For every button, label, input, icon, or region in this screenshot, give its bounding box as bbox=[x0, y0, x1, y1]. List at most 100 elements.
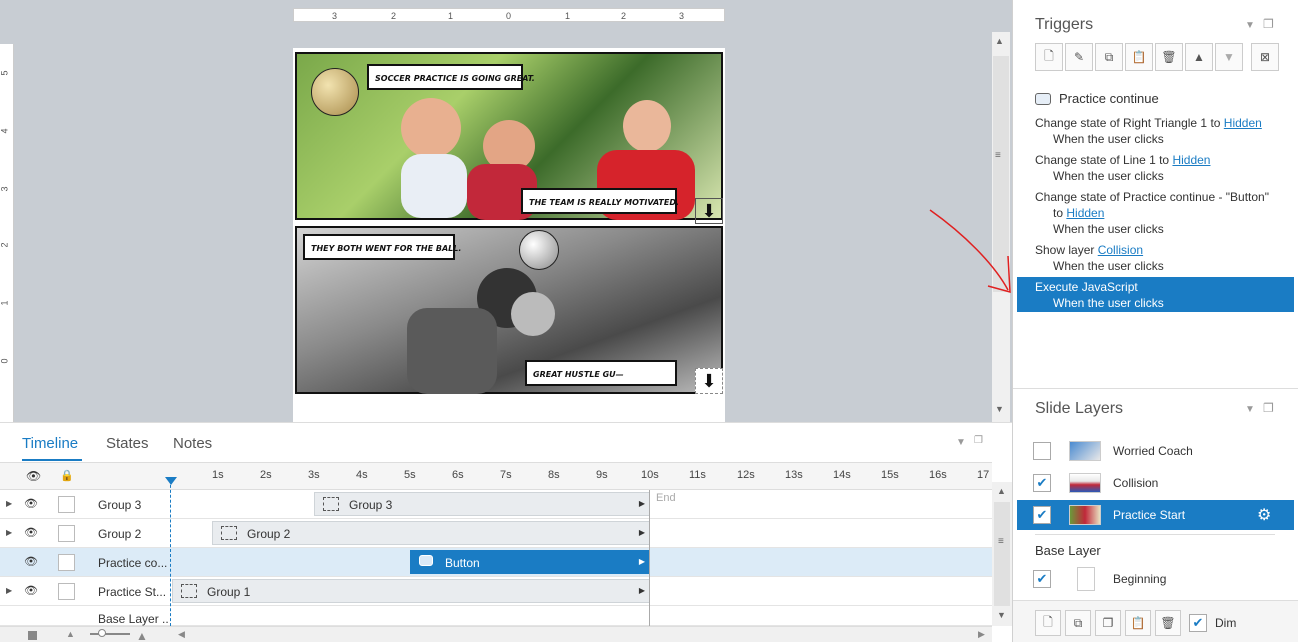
collapse-icon[interactable]: ▼ bbox=[956, 437, 966, 448]
trigger-action[interactable]: Execute JavaScript bbox=[1035, 280, 1138, 294]
layer-row[interactable]: ✔ Collision bbox=[1017, 468, 1294, 498]
restore-icon[interactable]: ❐ bbox=[1263, 17, 1274, 31]
duplicate-layer-icon[interactable]: ⧉ bbox=[1065, 610, 1091, 636]
zoom-in-icon[interactable]: ▲ bbox=[136, 629, 148, 643]
layer-visibility-checkbox[interactable]: ✔ bbox=[1033, 570, 1051, 588]
stop-icon[interactable] bbox=[28, 631, 37, 640]
timeline-row[interactable]: ▶ 👁 Practice St... Group 1 ▶ bbox=[0, 577, 992, 606]
timeline-bar[interactable]: Group 1 ▶ bbox=[172, 579, 650, 603]
grip-icon: ≡ bbox=[998, 536, 1004, 547]
scroll-left-icon[interactable]: ◀ bbox=[178, 629, 185, 640]
timeline-ruler[interactable]: 👁 🔒 1s 2s 3s 4s 5s 6s 7s 8s 9s 10s 11s 1… bbox=[0, 462, 992, 490]
trigger-condition[interactable]: When the user clicks bbox=[1053, 169, 1164, 183]
trigger-condition[interactable]: When the user clicks bbox=[1053, 259, 1164, 273]
trigger-item[interactable]: Show layer Collision bbox=[1035, 243, 1143, 257]
bar-end-icon[interactable]: ▶ bbox=[639, 557, 645, 566]
delete-icon[interactable]: 🗑 bbox=[1155, 610, 1181, 636]
scroll-right-icon[interactable]: ▶ bbox=[978, 629, 985, 640]
move-down-icon[interactable]: ▼ bbox=[1215, 43, 1243, 71]
trigger-condition[interactable]: When the user clicks bbox=[1053, 296, 1164, 310]
timeline-bar[interactable]: Group 2 ▶ bbox=[212, 521, 650, 545]
trigger-condition[interactable]: When the user clicks bbox=[1053, 222, 1164, 236]
paste-icon[interactable]: 📋 bbox=[1125, 43, 1153, 71]
gear-icon[interactable]: ⚙ bbox=[1257, 505, 1271, 525]
trigger-item[interactable]: Change state of Practice continue - "But… bbox=[1035, 190, 1269, 204]
trigger-item[interactable]: Change state of Line 1 to Hidden bbox=[1035, 153, 1210, 167]
bar-end-icon[interactable]: ▶ bbox=[639, 586, 645, 595]
comic-panel-bottom[interactable]: They both went for the ball. Great hustl… bbox=[295, 226, 723, 394]
eye-icon[interactable]: 👁 bbox=[24, 584, 40, 598]
move-up-icon[interactable]: ▲ bbox=[1185, 43, 1213, 71]
delete-icon[interactable]: 🗑 bbox=[1155, 43, 1183, 71]
layer-row[interactable]: ✔ Beginning bbox=[1017, 564, 1294, 594]
variables-icon[interactable]: ⊠ bbox=[1251, 43, 1279, 71]
trigger-link[interactable]: Collision bbox=[1098, 243, 1143, 257]
bar-end-icon[interactable]: ▶ bbox=[639, 499, 645, 508]
timeline-row[interactable]: Base Layer ... bbox=[0, 606, 992, 626]
scroll-down-icon[interactable]: ▼ bbox=[995, 404, 1004, 414]
expand-icon[interactable]: ▶ bbox=[6, 586, 12, 595]
speech-bubble[interactable]: Soccer practice is going great. bbox=[367, 64, 535, 90]
scroll-up-icon[interactable]: ▲ bbox=[995, 36, 1004, 46]
down-arrow-button[interactable]: ⬇ bbox=[695, 198, 723, 224]
tab-timeline[interactable]: Timeline bbox=[22, 435, 78, 452]
timeline-row[interactable]: ▶ 👁 Group 3 Group 3 ▶ End bbox=[0, 490, 992, 519]
scrollbar-thumb[interactable] bbox=[994, 502, 1010, 606]
tab-states[interactable]: States bbox=[106, 435, 149, 452]
trigger-link[interactable]: Hidden bbox=[1066, 206, 1104, 220]
timeline-row[interactable]: ▶ 👁 Group 2 Group 2 ▶ bbox=[0, 519, 992, 548]
player-image bbox=[401, 98, 461, 158]
restore-icon[interactable]: ❐ bbox=[974, 435, 983, 446]
trigger-link[interactable]: Hidden bbox=[1224, 116, 1262, 130]
restore-icon[interactable]: ❐ bbox=[1263, 401, 1274, 415]
lock-checkbox[interactable] bbox=[58, 525, 75, 542]
speech-bubble[interactable]: Great hustle gu— bbox=[525, 360, 677, 386]
down-arrow-button[interactable]: ⬇ bbox=[695, 368, 723, 394]
zoom-out-icon[interactable]: ▲ bbox=[66, 629, 75, 639]
zoom-slider-handle[interactable] bbox=[98, 629, 106, 637]
timeline-bar[interactable]: Group 3 ▶ bbox=[314, 492, 650, 516]
row-name: Practice co... bbox=[98, 556, 168, 570]
dim-checkbox[interactable]: ✔ bbox=[1189, 614, 1207, 632]
speech-bubble[interactable]: The team is really motivated. bbox=[521, 188, 679, 214]
eye-icon[interactable]: 👁 bbox=[24, 526, 40, 540]
new-layer-icon[interactable]: 🗋 bbox=[1035, 610, 1061, 636]
expand-icon[interactable]: ▶ bbox=[6, 499, 12, 508]
tab-notes[interactable]: Notes bbox=[173, 435, 212, 452]
layer-visibility-checkbox[interactable]: ✔ bbox=[1033, 506, 1051, 524]
collapse-icon[interactable]: ▼ bbox=[1245, 404, 1255, 415]
bar-end-icon[interactable]: ▶ bbox=[639, 528, 645, 537]
trigger-item[interactable]: Change state of Right Triangle 1 to Hidd… bbox=[1035, 116, 1262, 130]
copy-icon[interactable]: ⧉ bbox=[1095, 43, 1123, 71]
scroll-down-icon[interactable]: ▼ bbox=[997, 610, 1006, 620]
timeline-bar[interactable]: Button ▶ bbox=[410, 550, 650, 574]
expand-icon[interactable]: ▶ bbox=[6, 528, 12, 537]
lock-checkbox[interactable] bbox=[58, 583, 75, 600]
eye-icon[interactable]: 👁 bbox=[26, 469, 41, 483]
trigger-item-cont[interactable]: to Hidden bbox=[1053, 206, 1104, 220]
paste-icon[interactable]: 📋 bbox=[1125, 610, 1151, 636]
layer-visibility-checkbox[interactable]: ✔ bbox=[1033, 474, 1051, 492]
lock-icon[interactable]: 🔒 bbox=[60, 469, 74, 482]
trigger-condition[interactable]: When the user clicks bbox=[1053, 132, 1164, 146]
comic-panel-top[interactable]: Soccer practice is going great. The team… bbox=[295, 52, 723, 224]
collapse-icon[interactable]: ▼ bbox=[1245, 20, 1255, 31]
scroll-up-icon[interactable]: ▲ bbox=[997, 486, 1006, 496]
eye-icon[interactable]: 👁 bbox=[24, 497, 40, 511]
copy-icon[interactable]: ❐ bbox=[1095, 610, 1121, 636]
layer-visibility-checkbox[interactable] bbox=[1033, 442, 1051, 460]
layer-row[interactable]: Worried Coach bbox=[1017, 436, 1294, 466]
eye-icon[interactable]: 👁 bbox=[24, 555, 40, 569]
timeline-vertical-scrollbar[interactable]: ▲ ≡ ▼ bbox=[992, 482, 1012, 626]
zoom-slider[interactable] bbox=[90, 633, 130, 635]
new-trigger-icon[interactable]: 🗋 bbox=[1035, 43, 1063, 71]
timeline-row-selected[interactable]: 👁 Practice co... Button ▶ bbox=[0, 548, 992, 577]
lock-checkbox[interactable] bbox=[58, 496, 75, 513]
edit-trigger-icon[interactable]: ✎ bbox=[1065, 43, 1093, 71]
layer-row-selected[interactable]: ✔ Practice Start ⚙ bbox=[1017, 500, 1294, 530]
lock-checkbox[interactable] bbox=[58, 554, 75, 571]
trigger-link[interactable]: Hidden bbox=[1172, 153, 1210, 167]
playhead-icon[interactable] bbox=[165, 477, 177, 485]
speech-bubble[interactable]: They both went for the ball. bbox=[303, 234, 461, 260]
slide[interactable]: Soccer practice is going great. The team… bbox=[293, 48, 725, 422]
